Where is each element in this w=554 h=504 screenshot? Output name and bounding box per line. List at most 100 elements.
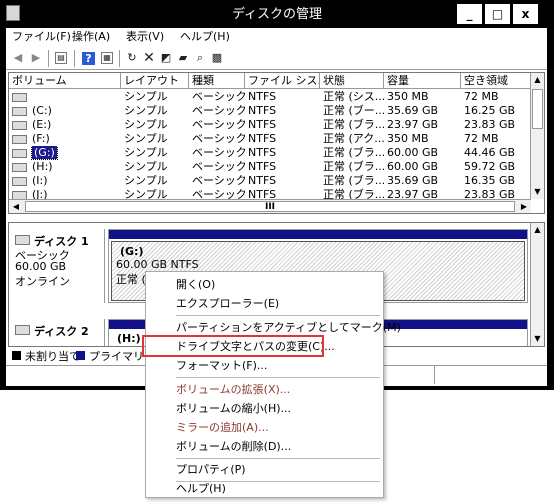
table-cell-volume: (F:) — [9, 132, 121, 146]
table-cell-free: 23.83 GB — [464, 118, 516, 131]
volume-list-horizontal-scrollbar[interactable]: ◀ III ▶ — [9, 199, 531, 213]
menu-item-open[interactable]: 開く(O) — [150, 275, 380, 294]
disk-view-vertical-scrollbar[interactable]: ▲ ▼ — [530, 223, 544, 346]
toolbar-separator — [48, 50, 49, 67]
help-icon[interactable]: ? — [82, 52, 95, 65]
console-tree-icon[interactable]: ▤ — [55, 52, 67, 64]
disk-1-label[interactable]: ディスク 1 ベーシック 60.00 GB オンライン — [9, 229, 105, 303]
column-header-status[interactable]: 状態 — [320, 73, 384, 89]
table-cell-status: 正常 (アク... — [323, 132, 384, 145]
table-cell-capacity: 35.69 GB — [387, 104, 439, 117]
menu-item-help[interactable]: ヘルプ(H) — [150, 479, 380, 498]
menu-item-extend-volume[interactable]: ボリュームの拡張(X)... — [150, 380, 380, 399]
delete-x-icon[interactable]: ✕ — [141, 50, 157, 66]
show-hide-pane-icon[interactable]: ▦ — [101, 52, 113, 64]
menu-separator — [176, 377, 380, 378]
scroll-down-icon[interactable]: ▼ — [531, 332, 544, 346]
table-row[interactable]: (G:) シンプル ベーシック NTFS 正常 (ブラ... 60.00 GB 44.46 … — [9, 146, 531, 160]
menu-item-shrink-volume[interactable]: ボリュームの縮小(H)... — [150, 399, 380, 418]
menu-help[interactable]: ヘルプ(H) — [178, 28, 232, 46]
partition-letter: (G:) — [120, 245, 144, 258]
table-cell-volume: (G:) — [9, 146, 121, 160]
table-cell-status: 正常 (ブラ... — [323, 146, 384, 159]
table-row[interactable]: (I:) シンプル ベーシック NTFS 正常 (ブラ... 35.69 GB 16.35 … — [9, 174, 531, 188]
menu-item-explorer[interactable]: エクスプローラー(E) — [150, 294, 380, 313]
volume-drive-icon — [12, 162, 27, 172]
column-header-filesystem[interactable]: ファイル シス... — [245, 73, 320, 89]
legend-unallocated: 未割り当て — [25, 350, 80, 363]
minimize-button[interactable]: _ — [457, 4, 482, 24]
scroll-up-icon[interactable]: ▲ — [531, 73, 544, 87]
menu-item-properties[interactable]: プロパティ(P) — [150, 460, 380, 479]
properties-icon[interactable]: ◩ — [158, 50, 174, 66]
title-bar[interactable]: ディスクの管理 _ □ x — [0, 0, 554, 28]
horizontal-scroll-thumb[interactable]: III — [25, 201, 515, 212]
menu-file[interactable]: ファイル(F) — [10, 28, 73, 46]
column-header-layout[interactable]: レイアウト — [121, 73, 189, 89]
menu-view[interactable]: 表示(V) — [124, 28, 166, 46]
column-header-type[interactable]: 種類 — [189, 73, 245, 89]
column-header-free-space[interactable]: 空き領域 — [461, 73, 531, 89]
table-cell-fs: NTFS — [248, 160, 277, 173]
scroll-left-icon[interactable]: ◀ — [9, 200, 23, 213]
table-cell-type: ベーシック — [192, 90, 245, 103]
table-row[interactable]: (H:) シンプル ベーシック NTFS 正常 (ブラ... 60.00 GB 59.72 … — [9, 160, 531, 174]
table-cell-volume: (E:) — [9, 118, 121, 132]
menu-action[interactable]: 操作(A) — [70, 28, 112, 46]
volume-name: (E:) — [32, 118, 52, 131]
column-header-capacity[interactable]: 容量 — [384, 73, 461, 89]
table-cell-free: 44.46 GB — [464, 146, 516, 159]
scroll-thumb[interactable] — [532, 89, 543, 129]
table-cell-fs: NTFS — [248, 104, 277, 117]
volume-drive-icon — [12, 134, 27, 144]
maximize-button[interactable]: □ — [485, 4, 510, 24]
volume-drive-icon — [12, 106, 27, 116]
back-arrow-icon[interactable]: ◀ — [10, 50, 26, 66]
table-cell-type: ベーシック — [192, 160, 245, 173]
unallocated-swatch — [12, 351, 21, 360]
disk-1-status: オンライン — [15, 275, 70, 288]
volume-drive-icon — [12, 176, 27, 186]
open-folder-icon[interactable]: ▰ — [175, 50, 191, 66]
table-cell-volume: (C:) — [9, 104, 121, 118]
table-cell-type: ベーシック — [192, 174, 245, 187]
table-cell-free: 16.35 GB — [464, 174, 516, 187]
volume-drive-icon — [12, 148, 27, 158]
primary-swatch — [76, 351, 85, 360]
table-row[interactable]: (F:) シンプル ベーシック NTFS 正常 (アク... 350 MB 72 MB — [9, 132, 531, 146]
table-row[interactable]: シンプル ベーシック NTFS 正常 (シス... 350 MB 72 MB — [9, 90, 531, 104]
table-row[interactable]: (C:) シンプル ベーシック NTFS 正常 (ブー... 35.69 GB 16.25 … — [9, 104, 531, 118]
table-cell-status: 正常 (シス... — [323, 90, 384, 103]
table-cell-status: 正常 (ブラ... — [323, 118, 384, 131]
forward-arrow-icon[interactable]: ▶ — [28, 50, 44, 66]
menu-item-format[interactable]: フォーマット(F)... — [150, 356, 380, 375]
close-button[interactable]: x — [513, 4, 538, 24]
table-cell-status: 正常 (ブー... — [323, 104, 384, 117]
table-cell-fs: NTFS — [248, 118, 277, 131]
scroll-down-icon[interactable]: ▼ — [531, 185, 544, 199]
disk-2-label[interactable]: ディスク 2 — [9, 319, 105, 346]
column-header-volume[interactable]: ボリューム — [9, 73, 121, 89]
table-cell-capacity: 23.97 GB — [387, 118, 439, 131]
volume-name: (C:) — [32, 104, 52, 117]
settings-grid-icon[interactable]: ▩ — [209, 50, 225, 66]
menu-item-add-mirror[interactable]: ミラーの追加(A)... — [150, 418, 380, 437]
toolbar-separator — [74, 50, 75, 67]
toolbar: ◀ ▶ ▤ ? ▦ ↻ ✕ ◩ ▰ ⌕ ▩ — [6, 47, 547, 70]
scroll-up-icon[interactable]: ▲ — [531, 223, 544, 237]
table-row[interactable]: (E:) シンプル ベーシック NTFS 正常 (ブラ... 23.97 GB 23.83 … — [9, 118, 531, 132]
table-cell-type: ベーシック — [192, 146, 245, 159]
highlight-box — [142, 335, 324, 357]
volume-list: ボリューム レイアウト 種類 ファイル シス... 状態 容量 空き領域 シンプ… — [8, 72, 545, 214]
menu-item-delete-volume[interactable]: ボリュームの削除(D)... — [150, 437, 380, 456]
scroll-right-icon[interactable]: ▶ — [517, 200, 531, 213]
table-cell-free: 72 MB — [464, 132, 499, 145]
table-cell-free: 59.72 GB — [464, 160, 516, 173]
table-cell-capacity: 35.69 GB — [387, 174, 439, 187]
menu-separator — [176, 315, 380, 316]
search-magnifier-icon[interactable]: ⌕ — [192, 50, 208, 66]
refresh-icon[interactable]: ↻ — [124, 50, 140, 66]
volume-list-vertical-scrollbar[interactable]: ▲ ▼ — [530, 73, 544, 199]
table-cell-layout: シンプル — [124, 146, 168, 159]
table-cell-fs: NTFS — [248, 146, 277, 159]
